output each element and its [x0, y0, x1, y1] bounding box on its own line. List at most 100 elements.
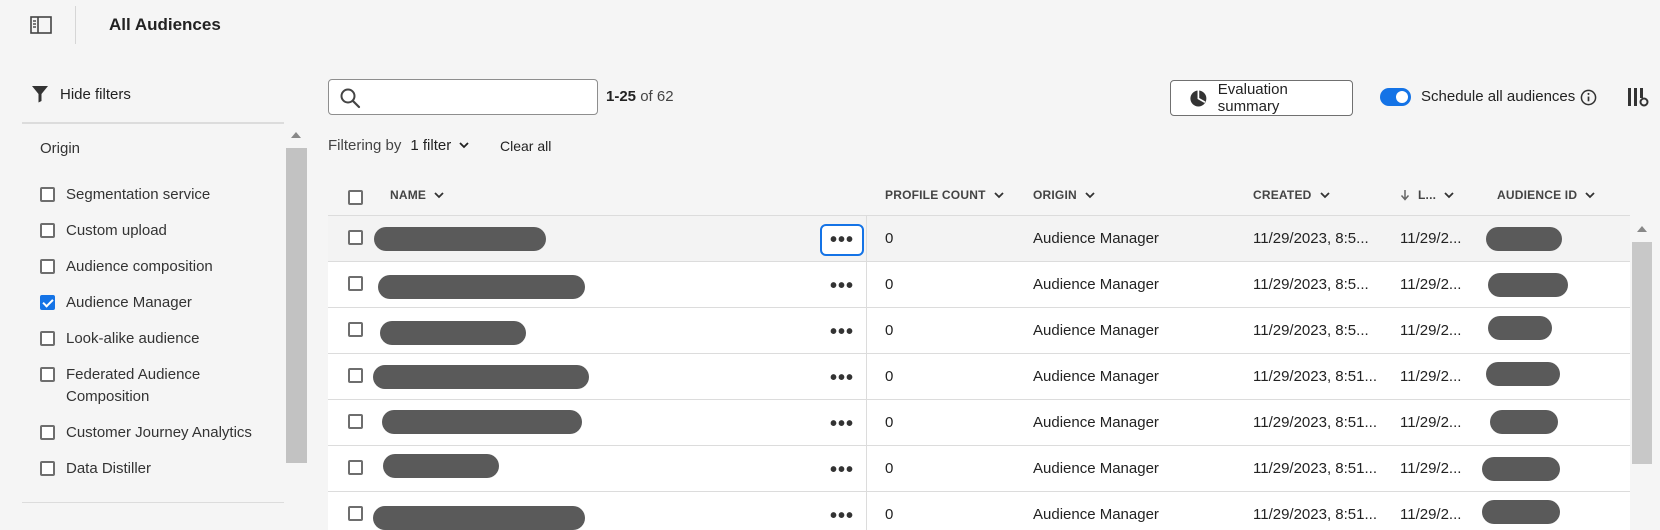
clear-all-link[interactable]: Clear all — [500, 138, 551, 154]
table-row[interactable]: ••• 0 Audience Manager 11/29/2023, 8:51.… — [328, 492, 1630, 530]
column-header-profile-count[interactable]: PROFILE COUNT — [885, 188, 1004, 202]
origin-heading: Origin — [40, 140, 81, 157]
info-icon[interactable] — [1580, 89, 1597, 106]
row-checkbox[interactable] — [348, 276, 363, 291]
checkbox[interactable] — [40, 259, 55, 274]
funnel-icon — [32, 86, 48, 103]
table-row[interactable]: ••• 0 Audience Manager 11/29/2023, 8:51.… — [328, 400, 1630, 446]
profile-count-cell: 0 — [885, 506, 894, 523]
redacted-audience-id — [1482, 500, 1560, 524]
origin-option-cja[interactable]: Customer Journey Analytics — [40, 422, 280, 444]
redacted-name — [378, 275, 585, 299]
checkbox[interactable] — [40, 461, 55, 476]
checkbox[interactable] — [40, 331, 55, 346]
scroll-up-arrow-icon[interactable] — [291, 132, 301, 138]
table-row[interactable]: ••• 0 Audience Manager 11/29/2023, 8:5..… — [328, 262, 1630, 308]
profile-count-cell: 0 — [885, 414, 894, 431]
filter-scrollbar[interactable] — [286, 128, 307, 463]
created-cell: 11/29/2023, 8:51... — [1253, 460, 1377, 477]
table-header: NAME PROFILE COUNT ORIGIN CREATED L... A… — [328, 175, 1630, 215]
chevron-down-icon — [993, 191, 1004, 198]
origin-option-data-distiller[interactable]: Data Distiller — [40, 458, 280, 480]
column-divider — [866, 216, 867, 262]
search-input[interactable] — [369, 84, 591, 110]
table-body: ••• 0 Audience Manager 11/29/2023, 8:5..… — [328, 215, 1630, 530]
origin-option-segmentation-service[interactable]: Segmentation service — [40, 184, 280, 206]
more-actions-button[interactable]: ••• — [820, 500, 864, 530]
more-actions-button[interactable]: ••• — [820, 270, 864, 302]
audiences-table: NAME PROFILE COUNT ORIGIN CREATED L... A… — [328, 175, 1630, 530]
table-row[interactable]: ••• 0 Audience Manager 11/29/2023, 8:51.… — [328, 354, 1630, 400]
origin-option-audience-composition[interactable]: Audience composition — [40, 256, 280, 278]
more-actions-button[interactable]: ••• — [820, 224, 864, 256]
table-row[interactable]: ••• 0 Audience Manager 11/29/2023, 8:5..… — [328, 216, 1630, 262]
created-cell: 11/29/2023, 8:5... — [1253, 322, 1369, 339]
result-range: 1-25 — [606, 88, 637, 105]
column-header-audience-id[interactable]: AUDIENCE ID — [1497, 188, 1595, 202]
origin-cell: Audience Manager — [1033, 414, 1159, 431]
origin-cell: Audience Manager — [1033, 460, 1159, 477]
origin-option-federated[interactable]: Federated Audience Composition — [40, 364, 280, 408]
redacted-audience-id — [1488, 273, 1568, 297]
updated-cell: 11/29/2... — [1400, 460, 1462, 477]
more-actions-button[interactable]: ••• — [820, 362, 864, 394]
scrollbar-thumb[interactable] — [286, 148, 307, 463]
column-header-label: CREATED — [1253, 188, 1312, 202]
column-divider — [866, 446, 867, 492]
updated-cell: 11/29/2... — [1400, 414, 1462, 431]
evaluation-summary-button[interactable]: Evaluation summary — [1170, 80, 1353, 116]
column-header-last-updated[interactable]: L... — [1400, 188, 1454, 202]
row-checkbox[interactable] — [348, 414, 363, 429]
pie-chart-icon — [1190, 90, 1207, 106]
scrollbar-thumb[interactable] — [1632, 242, 1652, 464]
column-header-origin[interactable]: ORIGIN — [1033, 188, 1095, 202]
row-checkbox[interactable] — [348, 230, 363, 245]
more-actions-button[interactable]: ••• — [820, 454, 864, 486]
filter-count-label: 1 filter — [410, 137, 452, 154]
column-header-created[interactable]: CREATED — [1253, 188, 1330, 202]
column-settings-icon[interactable] — [1627, 86, 1649, 108]
chevron-down-icon — [434, 191, 444, 198]
table-row[interactable]: ••• 0 Audience Manager 11/29/2023, 8:51.… — [328, 446, 1630, 492]
profile-count-cell: 0 — [885, 230, 894, 247]
ellipsis-icon: ••• — [829, 229, 854, 251]
panel-toggle-icon[interactable] — [30, 16, 52, 34]
origin-option-label: Audience Manager — [66, 294, 192, 311]
schedule-all-toggle[interactable] — [1380, 88, 1411, 106]
checkbox-checked[interactable] — [40, 295, 55, 310]
hide-filters-button[interactable]: Hide filters — [30, 84, 131, 104]
column-header-name[interactable]: NAME — [390, 188, 444, 202]
more-actions-button[interactable]: ••• — [820, 316, 864, 348]
origin-option-custom-upload[interactable]: Custom upload — [40, 220, 280, 242]
origin-filter-list: Segmentation service Custom upload Audie… — [40, 184, 280, 494]
ellipsis-icon: ••• — [829, 321, 854, 343]
redacted-audience-id — [1486, 362, 1560, 386]
checkbox[interactable] — [40, 223, 55, 238]
chevron-down-icon — [459, 142, 469, 149]
select-all-checkbox[interactable] — [348, 190, 363, 205]
row-checkbox[interactable] — [348, 506, 363, 521]
sort-descending-icon — [1400, 190, 1410, 201]
checkbox[interactable] — [40, 367, 55, 382]
column-divider — [866, 308, 867, 354]
row-checkbox[interactable] — [348, 322, 363, 337]
table-scrollbar[interactable] — [1632, 218, 1652, 530]
checkbox[interactable] — [40, 187, 55, 202]
origin-option-look-alike[interactable]: Look-alike audience — [40, 328, 280, 350]
profile-count-cell: 0 — [885, 460, 894, 477]
ellipsis-icon: ••• — [829, 413, 854, 435]
profile-count-cell: 0 — [885, 276, 894, 293]
table-row[interactable]: ••• 0 Audience Manager 11/29/2023, 8:5..… — [328, 308, 1630, 354]
filter-count-dropdown[interactable]: 1 filter — [410, 137, 469, 154]
origin-cell: Audience Manager — [1033, 276, 1159, 293]
chevron-down-icon — [1085, 191, 1095, 198]
scroll-up-arrow-icon[interactable] — [1637, 226, 1647, 232]
redacted-name — [383, 454, 499, 478]
origin-option-audience-manager[interactable]: Audience Manager — [40, 292, 280, 314]
created-cell: 11/29/2023, 8:51... — [1253, 414, 1377, 431]
row-checkbox[interactable] — [348, 368, 363, 383]
more-actions-button[interactable]: ••• — [820, 408, 864, 440]
row-checkbox[interactable] — [348, 460, 363, 475]
checkbox[interactable] — [40, 425, 55, 440]
search-field[interactable] — [328, 79, 598, 115]
